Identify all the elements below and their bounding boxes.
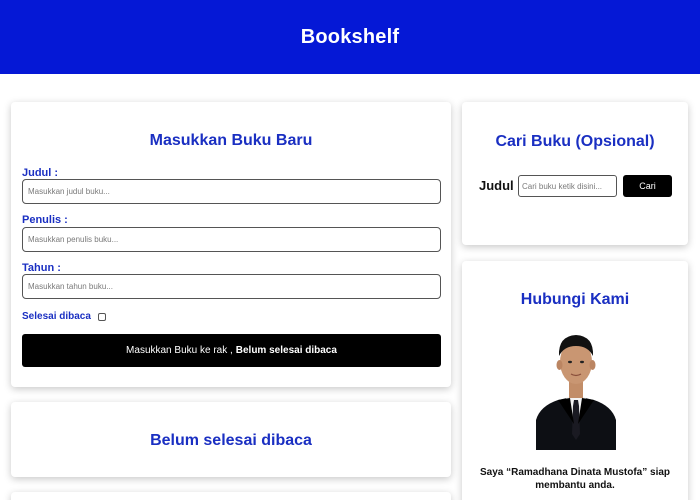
year-field-label: Tahun :: [22, 262, 61, 274]
unread-shelf-title: Belum selesai dibaca: [150, 432, 312, 449]
search-label: Judul :: [479, 178, 522, 193]
input-book-card: Masukkan Buku Baru Judul : Penulis : Tah…: [11, 102, 451, 387]
unread-shelf-card: Belum selesai dibaca: [11, 402, 451, 477]
input-card-title: Masukkan Buku Baru: [149, 132, 313, 149]
finished-checkbox[interactable]: [97, 312, 106, 321]
title-field-label: Judul :: [22, 167, 59, 179]
search-button[interactable]: Cari: [623, 175, 672, 197]
app-title: Bookshelf: [300, 25, 400, 48]
search-input[interactable]: [518, 175, 617, 197]
year-input[interactable]: [22, 274, 441, 299]
title-input[interactable]: [22, 179, 441, 204]
app-header: Bookshelf: [0, 0, 700, 74]
search-card: Cari Buku (Opsional) Judul : Cari: [462, 102, 688, 245]
contact-card-title: Hubungi Kami: [520, 291, 630, 308]
finished-checkbox-row: Selesai dibaca: [22, 311, 106, 322]
author-field-label: Penulis :: [22, 214, 68, 226]
avatar: [536, 324, 616, 450]
add-book-button[interactable]: Masukkan Buku ke rak , Belum selesai dib…: [22, 334, 441, 367]
finished-checkbox-label: Selesai dibaca: [22, 311, 91, 322]
contact-card: Hubungi Kami Saya “Ramadhana Dinata Must…: [462, 261, 688, 500]
add-book-button-label: Masukkan Buku ke rak ,: [126, 345, 233, 356]
contact-text: Saya “Ramadhana Dinata Mustofa” siap mem…: [479, 467, 671, 491]
finished-shelf-card: [11, 492, 451, 500]
search-card-title: Cari Buku (Opsional): [495, 133, 655, 150]
add-book-button-status: Belum selesai dibaca: [235, 345, 337, 356]
author-input[interactable]: [22, 227, 441, 252]
